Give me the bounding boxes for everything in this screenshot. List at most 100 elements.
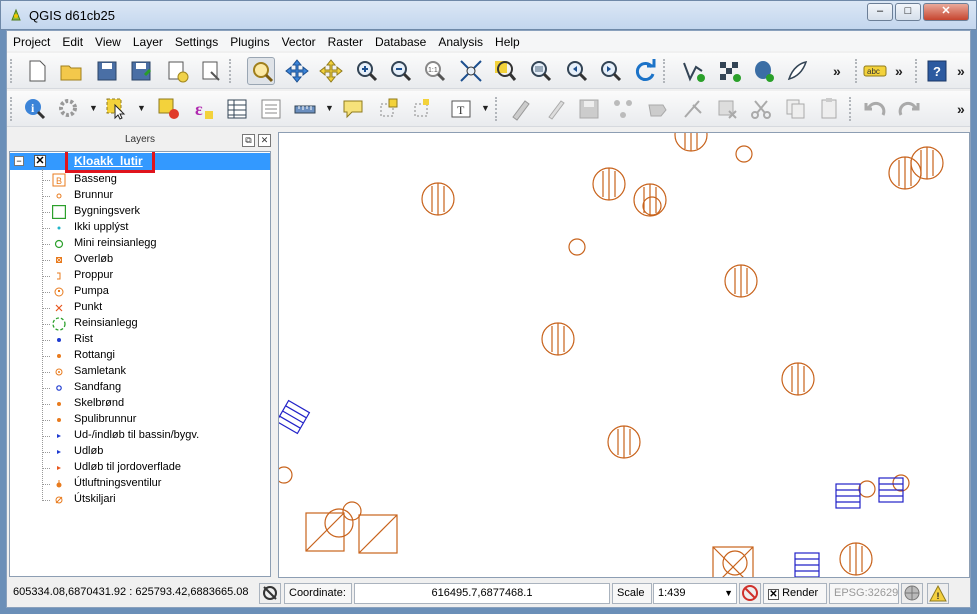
toolbar-grip[interactable] — [855, 59, 859, 83]
zoom-actual-size-icon[interactable]: 1:1 — [421, 57, 449, 85]
dropdown-arrow-icon[interactable]: ▼ — [481, 103, 490, 113]
legend-item[interactable]: Punkt — [42, 300, 270, 316]
menu-raster[interactable]: Raster — [322, 31, 369, 49]
composer-manager-icon[interactable] — [197, 57, 225, 85]
layers-tree[interactable]: − ✕ Kloakk_lutir B Basseng Brunnur Bygnings… — [9, 151, 271, 577]
legend-item[interactable]: Brunnur — [42, 188, 270, 204]
toolbar-grip[interactable] — [849, 97, 853, 121]
run-feature-action-icon[interactable] — [55, 95, 83, 123]
add-spatialite-layer-icon[interactable] — [783, 57, 811, 85]
legend-item[interactable]: Rottangi — [42, 348, 270, 364]
new-bookmark-icon[interactable] — [375, 95, 403, 123]
statistical-summary-icon[interactable] — [257, 95, 285, 123]
add-postgis-layer-icon[interactable] — [749, 57, 777, 85]
toolbar-grip[interactable] — [495, 97, 499, 121]
legend-item[interactable]: Ikki upplýst — [42, 220, 270, 236]
coordinate-field[interactable]: 616495.7,6877468.1 — [354, 583, 610, 604]
minimize-button[interactable]: – — [867, 3, 893, 21]
pan-selected-icon[interactable] — [317, 57, 345, 85]
pan-to-selection-icon[interactable] — [283, 57, 311, 85]
menu-database[interactable]: Database — [369, 31, 432, 49]
toolbar-grip[interactable] — [915, 59, 919, 83]
delete-selected-icon[interactable] — [713, 95, 741, 123]
open-attribute-table-icon[interactable] — [223, 95, 251, 123]
legend-item[interactable]: Rist — [42, 332, 270, 348]
toolbar-overflow-icon[interactable]: » — [833, 63, 841, 79]
legend-item[interactable]: Udløb til jordoverflade — [42, 460, 270, 476]
zoom-full-icon[interactable] — [457, 57, 485, 85]
zoom-to-selection-icon[interactable] — [491, 57, 519, 85]
toolbar-grip[interactable] — [10, 59, 14, 83]
toolbar-overflow-icon[interactable]: » — [957, 63, 965, 79]
collapse-layer-icon[interactable]: − — [14, 156, 24, 166]
zoom-in-icon[interactable] — [353, 57, 381, 85]
show-bookmarks-icon[interactable] — [409, 95, 437, 123]
zoom-to-layer-icon[interactable] — [527, 57, 555, 85]
label-tool-icon[interactable]: abc — [861, 57, 889, 85]
menu-vector[interactable]: Vector — [276, 31, 322, 49]
maximize-button[interactable]: □ — [895, 3, 921, 21]
legend-item[interactable]: Samletank — [42, 364, 270, 380]
dropdown-arrow-icon[interactable]: ▼ — [724, 584, 733, 603]
menu-view[interactable]: View — [89, 31, 127, 49]
toolbar-overflow-icon[interactable]: » — [957, 101, 965, 117]
pan-map-icon[interactable] — [247, 57, 275, 85]
messages-warning-icon[interactable]: ! — [927, 583, 949, 604]
help-icon[interactable]: ? — [923, 57, 951, 85]
legend-item[interactable]: B Basseng — [42, 172, 270, 188]
deselect-features-icon[interactable] — [155, 95, 183, 123]
toggle-extents-icon[interactable] — [259, 583, 281, 604]
map-canvas[interactable] — [278, 132, 970, 578]
legend-item[interactable]: Overløb — [42, 252, 270, 268]
layer-row-kloakk-lutir[interactable]: − ✕ Kloakk_lutir — [10, 152, 270, 173]
save-project-icon[interactable] — [93, 57, 121, 85]
zoom-next-icon[interactable] — [597, 57, 625, 85]
menu-project[interactable]: Project — [7, 31, 56, 49]
menu-layer[interactable]: Layer — [127, 31, 169, 49]
layer-visibility-checkbox[interactable]: ✕ — [34, 155, 46, 167]
new-vector-layer-icon[interactable] — [679, 57, 707, 85]
close-panel-button[interactable]: ✕ — [258, 134, 271, 147]
zoom-out-icon[interactable] — [387, 57, 415, 85]
zoom-last-icon[interactable] — [563, 57, 591, 85]
legend-item[interactable]: Reinsianlegg — [42, 316, 270, 332]
float-panel-button[interactable]: ⧉ — [242, 134, 255, 147]
dropdown-arrow-icon[interactable]: ▼ — [325, 103, 334, 113]
menu-help[interactable]: Help — [489, 31, 526, 49]
legend-item[interactable]: Spulibrunnur — [42, 412, 270, 428]
undo-icon[interactable] — [861, 95, 889, 123]
identify-features-icon[interactable]: i — [21, 95, 49, 123]
copy-features-icon[interactable] — [781, 95, 809, 123]
add-feature-icon[interactable] — [609, 95, 637, 123]
legend-item[interactable]: Útskiljari — [42, 492, 270, 508]
legend-item[interactable]: Mini reinsianlegg — [42, 236, 270, 252]
render-toggle[interactable]: ✕ Render — [763, 583, 827, 604]
render-checkbox[interactable]: ✕ — [768, 589, 779, 600]
legend-item[interactable]: Ud-/indløb til bassin/bygv. — [42, 428, 270, 444]
menu-edit[interactable]: Edit — [56, 31, 89, 49]
new-raster-layer-icon[interactable] — [715, 57, 743, 85]
close-button[interactable]: ✕ — [923, 3, 969, 21]
crs-globe-icon[interactable] — [901, 583, 923, 604]
current-edits-icon[interactable] — [507, 95, 535, 123]
redo-icon[interactable] — [895, 95, 923, 123]
dropdown-arrow-icon[interactable]: ▼ — [137, 103, 146, 113]
legend-item[interactable]: Skelbrønd — [42, 396, 270, 412]
save-as-icon[interactable] — [127, 57, 155, 85]
select-by-expression-icon[interactable]: ε — [189, 95, 217, 123]
map-tips-icon[interactable] — [339, 95, 367, 123]
menu-settings[interactable]: Settings — [169, 31, 224, 49]
toggle-editing-icon[interactable] — [541, 95, 569, 123]
crs-status[interactable]: EPSG:32629 — [829, 583, 899, 604]
scale-combobox[interactable]: 1:439 ▼ — [653, 583, 737, 604]
save-layer-edits-icon[interactable] — [575, 95, 603, 123]
toolbar-overflow-icon[interactable]: » — [895, 63, 903, 79]
legend-item[interactable]: Pumpa — [42, 284, 270, 300]
select-features-icon[interactable] — [103, 95, 131, 123]
paste-features-icon[interactable] — [815, 95, 843, 123]
cut-features-icon[interactable] — [747, 95, 775, 123]
new-project-icon[interactable] — [23, 57, 51, 85]
toolbar-grip[interactable] — [229, 59, 233, 83]
toolbar-grip[interactable] — [10, 97, 14, 121]
text-annotation-icon[interactable]: T — [447, 95, 475, 123]
